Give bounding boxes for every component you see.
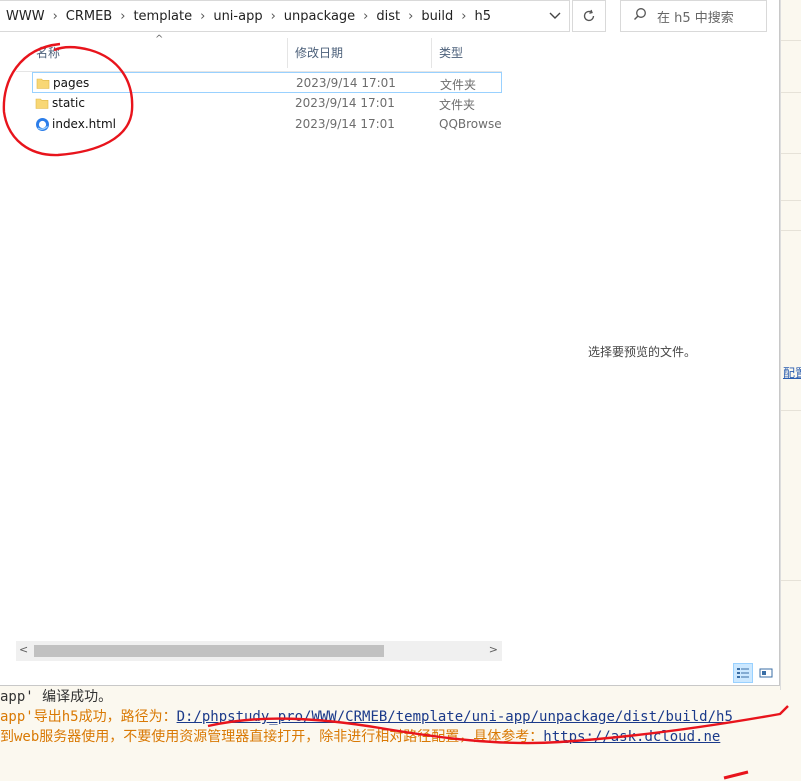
details-view-button[interactable] (733, 663, 753, 683)
file-name: index.html (52, 117, 116, 131)
file-type: QQBrowse (439, 117, 502, 131)
breadcrumb-separator-icon[interactable]: › (363, 9, 368, 24)
chevron-down-icon[interactable] (547, 8, 563, 24)
breadcrumb-item[interactable]: WWW (6, 9, 45, 24)
divider (781, 40, 801, 41)
large-icons-view-icon (759, 668, 773, 678)
breadcrumb-item[interactable]: uni-app (213, 9, 262, 24)
breadcrumb-item[interactable]: h5 (474, 9, 491, 24)
breadcrumb: WWW › CRMEB › template › uni-app › unpackage › dis… (6, 9, 491, 24)
divider (781, 410, 801, 411)
divider (781, 200, 801, 201)
divider (781, 92, 801, 93)
refresh-button[interactable] (572, 0, 606, 32)
console-line: app' 编译成功。 (0, 689, 113, 705)
scroll-left-icon[interactable]: < (19, 643, 28, 656)
screen: 配置 读 WWW›CRMEB›template›uni-app›unpackag… (0, 0, 801, 781)
column-header-date[interactable]: 修改日期 (295, 44, 343, 61)
divider (431, 38, 432, 68)
console-help-link[interactable]: https://ask.dcloud.ne (543, 729, 720, 745)
divider (781, 580, 801, 581)
breadcrumb-item[interactable]: template (133, 9, 192, 24)
address-bar[interactable]: WWW › CRMEB › template › uni-app › unpackage › dis… (0, 0, 570, 32)
file-date: 2023/9/14 17:01 (295, 117, 395, 131)
breadcrumb-item[interactable]: build (421, 9, 453, 24)
file-date: 2023/9/14 17:01 (296, 76, 396, 90)
horizontal-scrollbar[interactable]: < > (16, 641, 502, 661)
console-text: app'导出h5成功，路径为： (0, 709, 177, 725)
divider (781, 153, 801, 154)
breadcrumb-separator-icon[interactable]: › (408, 9, 413, 24)
console-line: 到web服务器使用，不要使用资源管理器直接打开，除非进行相对路径配置，具体参考：… (0, 726, 720, 746)
console-line: app'导出h5成功，路径为：D:/phpstudy_pro/WWW/CRMEB… (0, 706, 733, 726)
breadcrumb-separator-icon[interactable]: › (53, 9, 58, 24)
breadcrumb-item[interactable]: unpackage (284, 9, 355, 24)
column-header-name[interactable]: 名称 (36, 44, 60, 61)
file-row[interactable]: static 2023/9/14 17:01 文件夹 (32, 93, 502, 114)
folder-icon (36, 76, 50, 90)
large-icons-view-button[interactable] (756, 663, 776, 683)
divider (287, 38, 288, 68)
search-icon (633, 7, 647, 25)
console-text: 到web服务器使用，不要使用资源管理器直接打开，除非进行相对路径配置，具体参考： (0, 729, 544, 745)
console-path-link[interactable]: D:/phpstudy_pro/WWW/CRMEB/template/uni-a… (177, 709, 733, 725)
breadcrumb-separator-icon[interactable]: › (120, 9, 125, 24)
file-type: 文件夹 (439, 98, 476, 112)
refresh-icon (583, 9, 595, 22)
file-row[interactable]: pages 2023/9/14 17:01 文件夹 (32, 72, 502, 93)
scrollbar-thumb[interactable] (34, 645, 384, 657)
sort-up-icon: ^ (155, 34, 164, 45)
file-list-pane: ^ 名称 修改日期 类型 pages 2023/9/14 17:01 文件夹 s… (16, 34, 502, 661)
details-view-icon (737, 668, 749, 678)
breadcrumb-separator-icon[interactable]: › (200, 9, 205, 24)
column-header-type[interactable]: 类型 (439, 44, 463, 61)
file-type: 文件夹 (440, 78, 477, 92)
file-explorer-window: WWW › CRMEB › template › uni-app › unpackage › dis… (0, 0, 780, 686)
console-output: app' 编译成功。 app'导出h5成功，路径为：D:/phpstudy_pr… (0, 686, 801, 781)
file-name: pages (53, 76, 90, 90)
preview-pane-message: 选择要预览的文件。 (588, 345, 697, 359)
search-placeholder: 在 h5 中搜索 (657, 10, 734, 26)
breadcrumb-separator-icon[interactable]: › (461, 9, 466, 24)
file-row[interactable]: index.html 2023/9/14 17:01 QQBrowse (32, 114, 502, 135)
folder-icon (35, 96, 49, 110)
breadcrumb-separator-icon[interactable]: › (271, 9, 276, 24)
breadcrumb-item[interactable]: dist (376, 9, 400, 24)
config-link[interactable]: 配置 (783, 364, 801, 381)
scroll-right-icon[interactable]: > (489, 643, 498, 656)
file-name: static (52, 96, 85, 110)
divider (781, 230, 801, 231)
breadcrumb-item[interactable]: CRMEB (66, 9, 112, 24)
search-input[interactable]: 在 h5 中搜索 (620, 0, 767, 32)
column-headers: ^ 名称 修改日期 类型 (16, 34, 502, 72)
qqbrowser-html-icon (35, 117, 49, 131)
file-date: 2023/9/14 17:01 (295, 96, 395, 110)
background-editor-right-strip: 配置 (780, 0, 801, 690)
